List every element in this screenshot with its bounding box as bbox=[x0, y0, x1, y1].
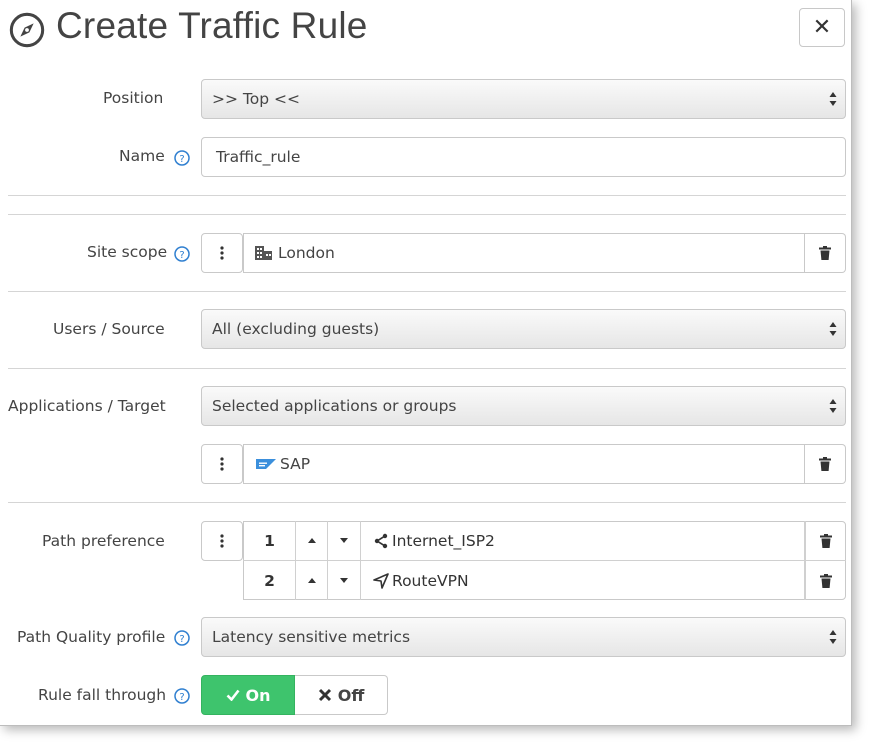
divider bbox=[8, 291, 846, 292]
dialog-title: Create Traffic Rule bbox=[56, 5, 368, 46]
svg-text:?: ? bbox=[179, 692, 184, 703]
site-scope-delete-button[interactable] bbox=[805, 233, 846, 273]
caret-up-icon bbox=[307, 578, 316, 583]
move-down-button[interactable] bbox=[328, 561, 361, 600]
rule-fall-through-label: Rule fall through bbox=[38, 686, 167, 704]
close-button[interactable]: ✕ bbox=[799, 8, 845, 47]
sap-logo-icon bbox=[256, 459, 276, 469]
create-traffic-rule-dialog: Create Traffic Rule ✕ Position >> Top <<… bbox=[0, 0, 852, 726]
application-item-name: SAP bbox=[280, 455, 311, 473]
trash-icon bbox=[819, 573, 832, 588]
path-quality-value: Latency sensitive metrics bbox=[212, 628, 411, 646]
move-down-button[interactable] bbox=[328, 521, 361, 560]
application-delete-button[interactable] bbox=[805, 444, 846, 484]
kebab-icon bbox=[220, 457, 224, 471]
trash-icon bbox=[819, 457, 831, 471]
kebab-icon bbox=[220, 534, 224, 548]
applications-target-value: Selected applications or groups bbox=[212, 397, 457, 415]
path-item: Internet_ISP2 bbox=[361, 521, 805, 560]
site-scope-label: Site scope bbox=[87, 243, 168, 261]
applications-target-select[interactable]: Selected applications or groups bbox=[201, 386, 846, 426]
path-quality-select[interactable]: Latency sensitive metrics bbox=[201, 617, 846, 657]
path-delete-button[interactable] bbox=[805, 561, 845, 600]
check-icon bbox=[226, 689, 240, 701]
path-preference-label: Path preference bbox=[42, 532, 165, 550]
users-source-select[interactable]: All (excluding guests) bbox=[201, 309, 846, 349]
applications-menu-button[interactable] bbox=[201, 444, 243, 484]
svg-text:?: ? bbox=[179, 250, 184, 261]
position-value: >> Top << bbox=[212, 90, 300, 108]
rule-fall-through-off-button[interactable]: Off bbox=[295, 675, 388, 715]
trash-icon bbox=[819, 533, 832, 548]
path-item-name: RouteVPN bbox=[392, 571, 469, 590]
caret-down-icon bbox=[340, 578, 348, 583]
location-arrow-icon bbox=[373, 572, 389, 589]
help-icon[interactable]: ? bbox=[174, 246, 190, 262]
kebab-icon bbox=[220, 246, 224, 260]
select-arrows-icon bbox=[829, 630, 837, 644]
name-label: Name bbox=[119, 147, 165, 165]
select-arrows-icon bbox=[829, 322, 837, 336]
position-select[interactable]: >> Top << bbox=[201, 79, 846, 119]
applications-target-label: Applications / Target bbox=[8, 397, 166, 415]
svg-text:?: ? bbox=[179, 634, 184, 645]
select-arrows-icon bbox=[829, 92, 837, 106]
site-scope-value: London bbox=[278, 244, 335, 262]
path-preference-menu-button[interactable] bbox=[201, 521, 243, 561]
svg-text:?: ? bbox=[179, 154, 184, 165]
divider bbox=[8, 502, 846, 503]
building-icon bbox=[255, 246, 272, 260]
users-source-value: All (excluding guests) bbox=[212, 320, 380, 338]
move-up-button[interactable] bbox=[296, 521, 328, 560]
close-icon: ✕ bbox=[812, 15, 832, 40]
caret-up-icon bbox=[307, 538, 316, 543]
site-scope-field: London bbox=[243, 233, 805, 273]
divider bbox=[8, 214, 846, 215]
path-quality-label: Path Quality profile bbox=[17, 628, 166, 646]
position-label: Position bbox=[103, 89, 164, 107]
caret-down-icon bbox=[340, 538, 348, 543]
x-icon bbox=[318, 688, 331, 702]
path-item-name: Internet_ISP2 bbox=[392, 531, 495, 550]
off-label: Off bbox=[337, 685, 365, 705]
divider bbox=[8, 195, 846, 196]
path-delete-button[interactable] bbox=[805, 521, 845, 560]
help-icon[interactable]: ? bbox=[174, 150, 190, 166]
move-up-button[interactable] bbox=[296, 561, 328, 600]
rule-fall-through-on-button[interactable]: On bbox=[201, 675, 295, 715]
help-icon[interactable]: ? bbox=[174, 688, 190, 704]
on-label: On bbox=[245, 685, 271, 705]
path-order-1: 1 bbox=[244, 521, 296, 560]
users-source-label: Users / Source bbox=[53, 320, 165, 338]
path-order-2: 2 bbox=[244, 561, 296, 600]
site-scope-menu-button[interactable] bbox=[201, 233, 243, 273]
compass-icon bbox=[9, 12, 45, 48]
divider bbox=[8, 368, 846, 369]
select-arrows-icon bbox=[829, 399, 837, 413]
application-item: SAP bbox=[243, 444, 805, 484]
path-item: RouteVPN bbox=[361, 561, 805, 600]
help-icon[interactable]: ? bbox=[174, 630, 190, 646]
name-input[interactable]: Traffic_rule bbox=[201, 137, 846, 177]
trash-icon bbox=[819, 246, 831, 260]
share-icon bbox=[374, 533, 388, 548]
